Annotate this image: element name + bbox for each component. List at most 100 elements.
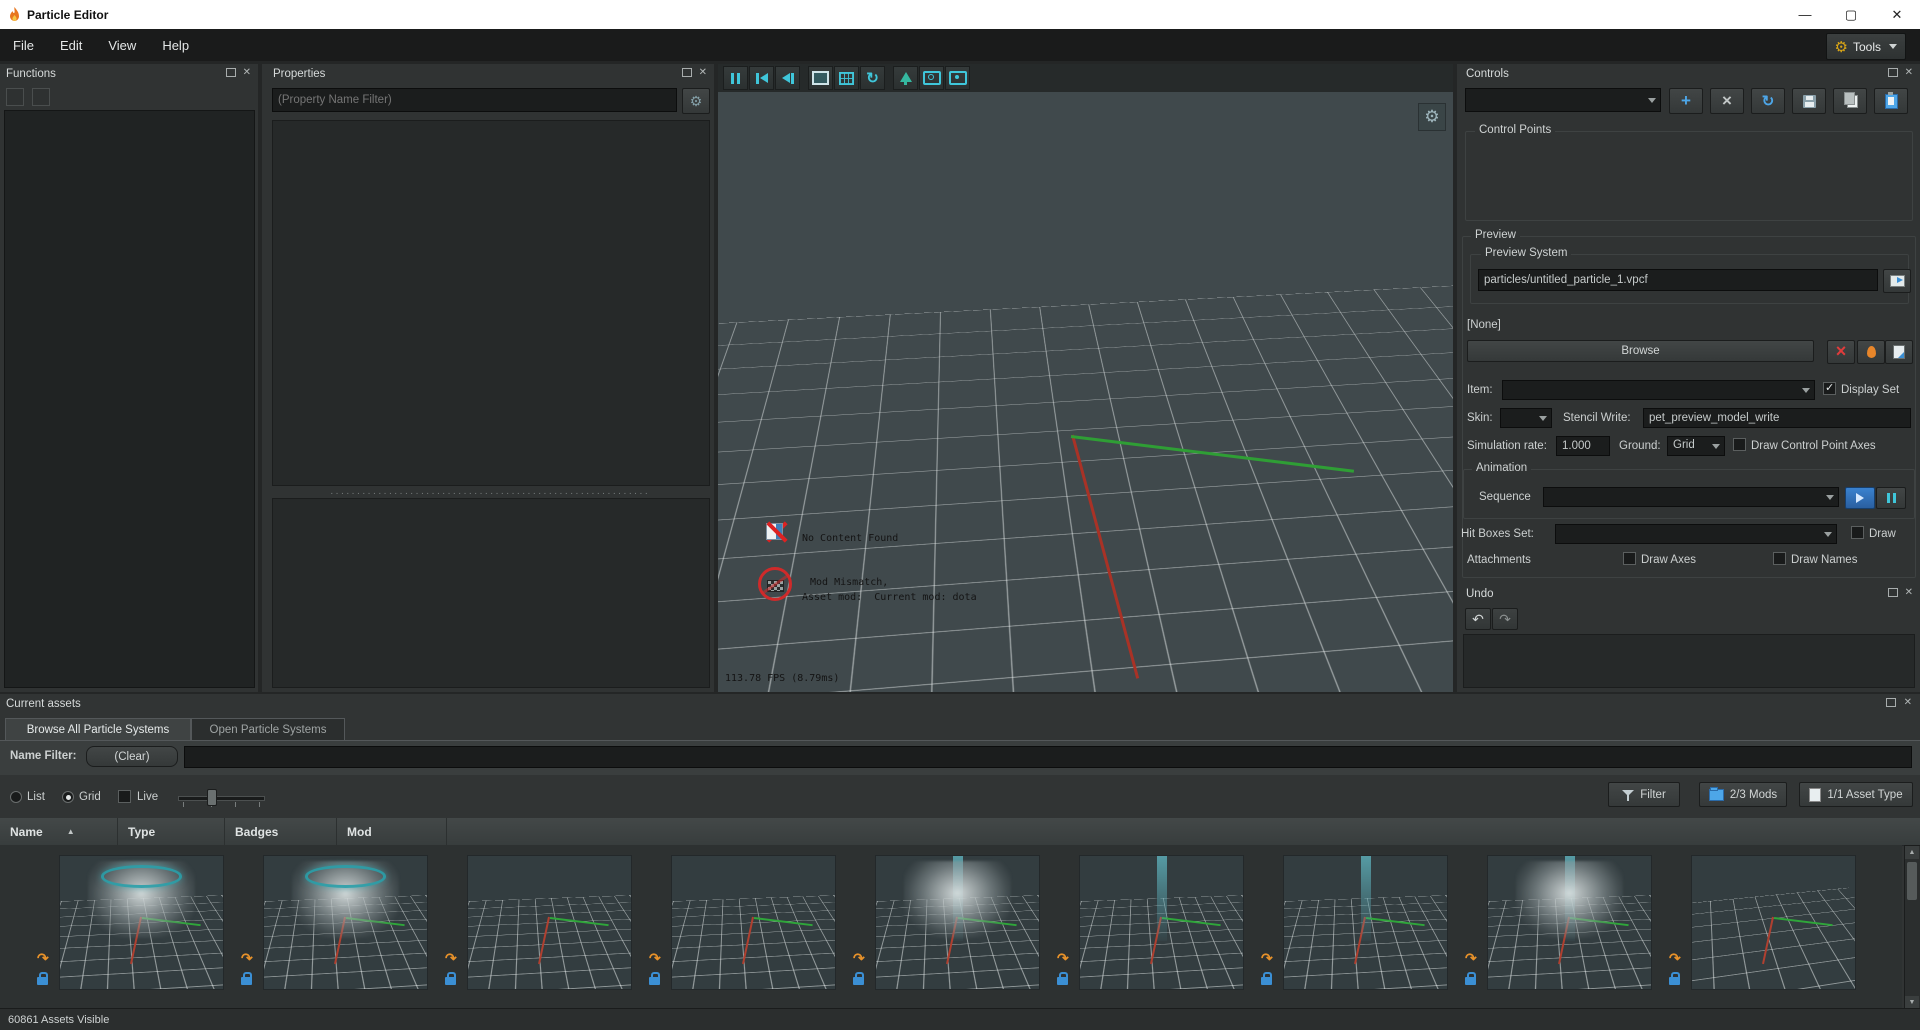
preview-system-input[interactable] [1478,269,1878,291]
item-select[interactable] [1502,380,1815,400]
asset-thumbnail[interactable]: ↷ [1465,855,1652,990]
camera-button[interactable] [919,66,944,90]
grid-radio[interactable] [62,791,74,803]
thumbnail-size-slider-track[interactable] [178,796,265,801]
model-tool-button-2[interactable] [1885,340,1913,364]
simulation-rate-input[interactable] [1556,436,1610,456]
paste-button[interactable] [1874,88,1908,114]
draw-names-checkbox[interactable] [1773,552,1786,565]
ground-select[interactable]: Grid [1667,436,1725,456]
list-radio[interactable] [10,791,22,803]
tab-open-systems[interactable]: Open Particle Systems [191,718,345,740]
model-tool-button-1[interactable] [1857,340,1885,364]
scrollbar-thumb[interactable] [1907,862,1917,900]
controls-float-icon[interactable] [1888,68,1898,80]
viewport[interactable]: No Content Found Mod Mismatch, Asset mod… [718,64,1453,692]
skip-start-button[interactable] [749,66,774,90]
asset-thumbnail[interactable]: ↷ [241,855,428,990]
asset-thumbnail[interactable]: ↷ [853,855,1040,990]
asset-thumbnail[interactable]: ↷ [445,855,632,990]
lock-icon [445,972,457,985]
minimize-button[interactable]: — [1782,0,1828,29]
asset-thumbnail[interactable]: ↷ [649,855,836,990]
clear-filter-button[interactable]: (Clear) [86,746,178,767]
column-mod[interactable]: Mod [337,818,447,845]
functions-toolbtn-2[interactable] [32,88,50,106]
film-button[interactable] [834,66,859,90]
scroll-up-icon[interactable]: ▲ [1905,846,1919,859]
paste-icon [1884,91,1898,109]
viewport-canvas[interactable]: No Content Found Mod Mismatch, Asset mod… [718,92,1453,692]
property-filter-input[interactable] [272,88,677,112]
properties-panel: Properties ✕ ···························… [262,64,714,692]
controls-close-icon[interactable]: ✕ [1905,68,1913,78]
step-back-button[interactable] [775,66,800,90]
column-badges[interactable]: Badges [225,818,337,845]
browse-button[interactable]: Browse [1467,340,1814,362]
undo-history-list[interactable] [1463,634,1915,688]
live-checkbox[interactable] [118,790,131,803]
asset-type-button[interactable]: 1/1 Asset Type [1799,782,1913,807]
column-name[interactable]: Name ▲ [0,818,118,845]
asset-thumbnail[interactable]: ↷ [37,855,224,990]
properties-area-bottom[interactable] [272,498,710,688]
draw-axes-checkbox[interactable] [1623,552,1636,565]
control-points-box[interactable] [1465,131,1913,221]
undo-float-icon[interactable] [1888,588,1898,600]
properties-close-icon[interactable]: ✕ [699,68,707,78]
draw-cp-axes-checkbox[interactable] [1733,438,1746,451]
assets-float-icon[interactable] [1886,698,1896,710]
functions-list[interactable] [4,110,255,688]
add-button[interactable] [1669,88,1703,114]
redo-button[interactable]: ↷ [1492,608,1518,630]
close-button[interactable]: ✕ [1874,0,1920,29]
pause-button[interactable] [723,66,748,90]
thumbnail-size-slider-handle[interactable] [207,789,217,806]
column-type[interactable]: Type [118,818,225,845]
stencil-write-input[interactable] [1643,408,1911,428]
record-button[interactable] [945,66,970,90]
asset-thumbnail[interactable]: ↷ [1057,855,1244,990]
tools-button[interactable]: Tools [1825,33,1906,60]
asset-thumbnail[interactable]: ↷ [1669,855,1856,990]
clear-model-button[interactable] [1827,340,1855,364]
tab-browse-all[interactable]: Browse All Particle Systems [5,718,191,740]
instance-arrow-icon: ↷ [1261,950,1273,966]
preview-browse-icon-button[interactable] [1883,269,1911,293]
sequence-select[interactable] [1543,487,1839,507]
loop-button[interactable] [860,66,885,90]
display-set-checkbox[interactable] [1823,381,1836,395]
refresh-button[interactable] [1751,88,1785,114]
mods-button[interactable]: 2/3 Mods [1699,782,1787,807]
skin-select[interactable] [1500,408,1552,428]
properties-float-icon[interactable] [682,68,692,80]
tree-button[interactable] [893,66,918,90]
functions-float-icon[interactable] [226,68,236,80]
menu-file[interactable]: File [0,38,47,53]
hitboxes-draw-checkbox[interactable] [1851,526,1864,539]
asset-thumbnail[interactable]: ↷ [1261,855,1448,990]
undo-close-icon[interactable]: ✕ [1905,588,1913,598]
delete-button[interactable] [1710,88,1744,114]
play-button[interactable] [1845,487,1875,509]
menu-edit[interactable]: Edit [47,38,95,53]
maximize-button[interactable]: ▢ [1828,0,1874,29]
system-select[interactable] [1465,88,1661,112]
menu-view[interactable]: View [95,38,149,53]
asset-scrollbar[interactable]: ▲ ▼ [1904,845,1920,1010]
functions-close-icon[interactable]: ✕ [243,68,251,78]
viewport-settings-button[interactable] [1418,103,1446,131]
functions-toolbtn-1[interactable] [6,88,24,106]
properties-area-top[interactable] [272,120,710,486]
properties-gear-button[interactable] [682,88,710,114]
hitboxes-set-select[interactable] [1555,524,1837,544]
pause-button[interactable] [1876,487,1906,509]
undo-button[interactable]: ↶ [1465,608,1491,630]
copy-button[interactable] [1833,88,1867,114]
menu-help[interactable]: Help [149,38,202,53]
filter-button[interactable]: Filter [1608,782,1680,807]
name-filter-input[interactable] [184,746,1912,768]
assets-close-icon[interactable]: ✕ [1904,698,1912,708]
screen-button[interactable] [808,66,833,90]
save-button[interactable] [1792,88,1826,114]
